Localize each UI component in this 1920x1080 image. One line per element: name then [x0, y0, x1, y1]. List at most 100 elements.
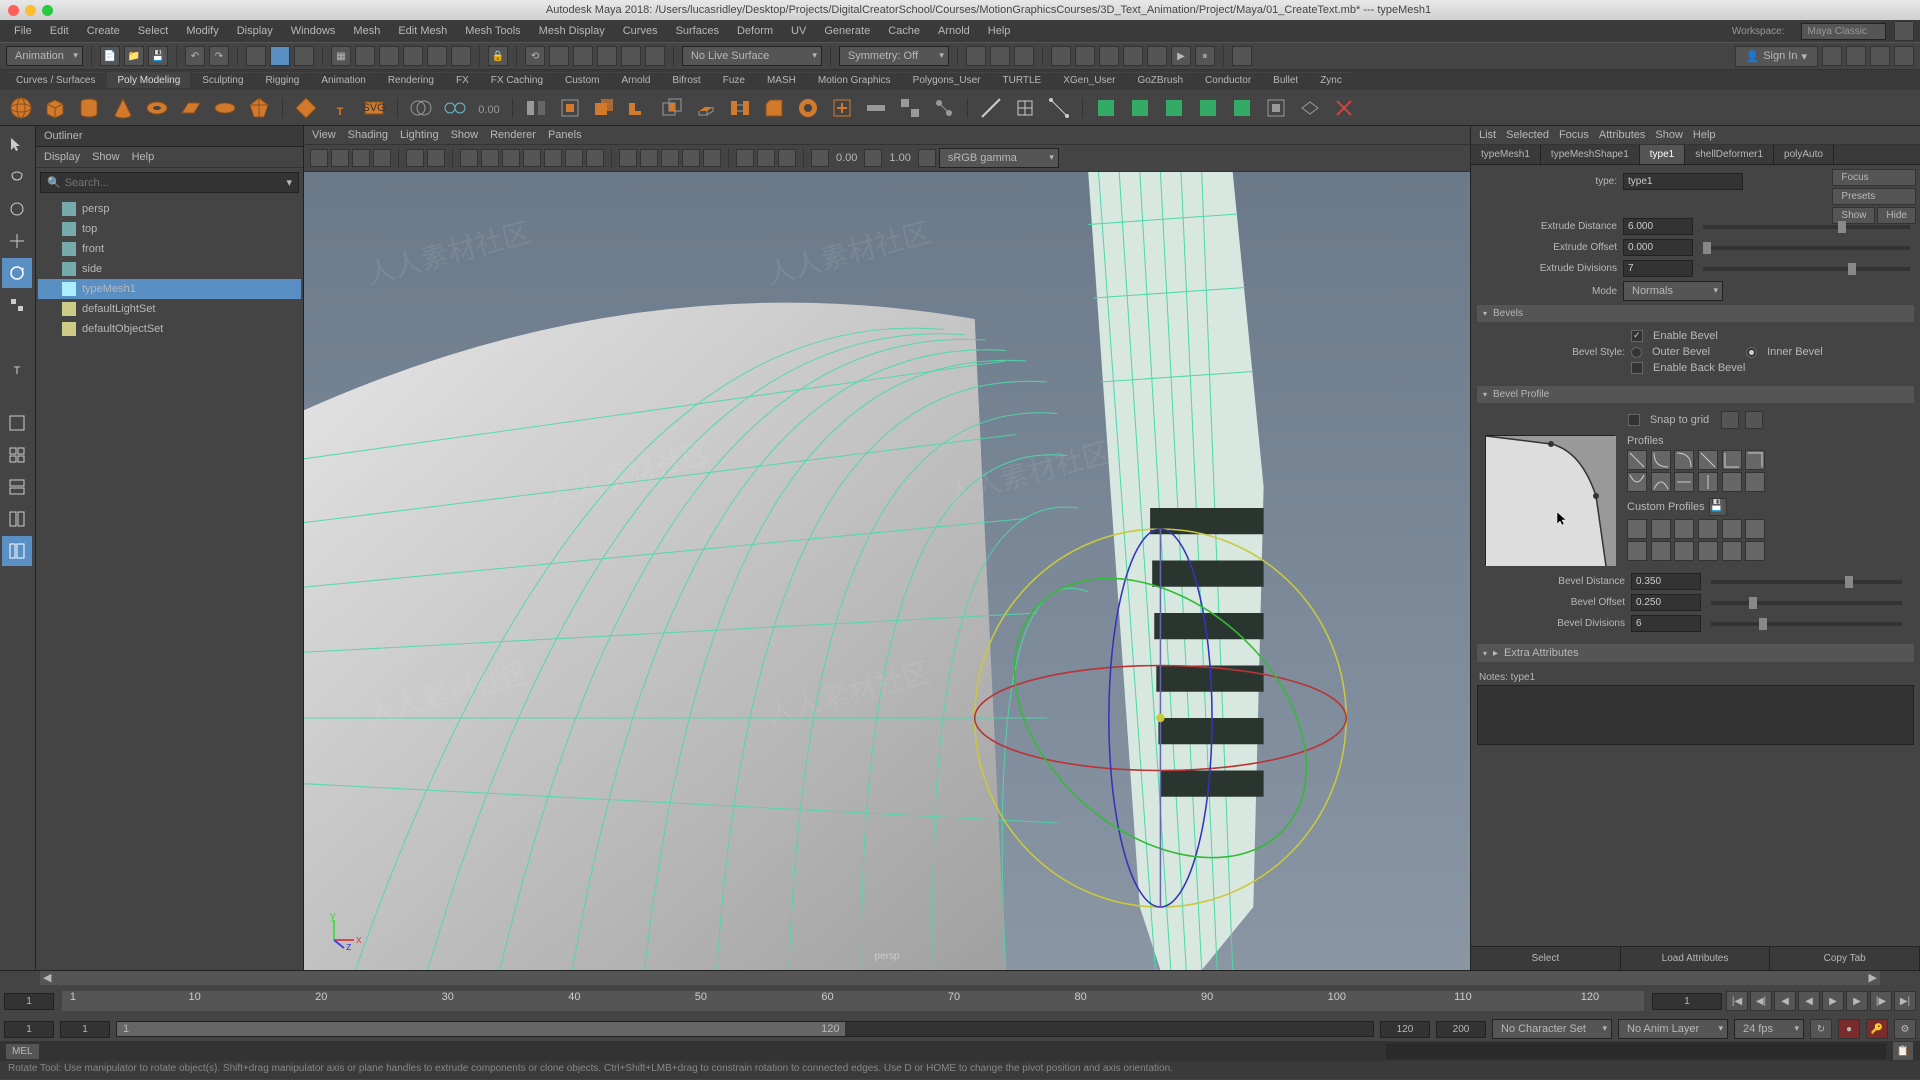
- attr-presets-button[interactable]: Presets: [1832, 188, 1916, 205]
- workspace-dropdown[interactable]: Maya Classic: [1801, 23, 1886, 40]
- poly-platonic-icon[interactable]: [244, 93, 274, 123]
- mirror-icon[interactable]: [521, 93, 551, 123]
- snap-plane-icon[interactable]: [403, 46, 423, 66]
- extrude-offset-slider[interactable]: [1703, 246, 1910, 250]
- redo-icon[interactable]: ↷: [209, 46, 229, 66]
- workspace-config-icon[interactable]: [1894, 21, 1914, 41]
- shelf-tab-sculpting[interactable]: Sculpting: [192, 72, 253, 88]
- script-lang-button[interactable]: MEL: [6, 1044, 39, 1059]
- vp-xray-joints-icon[interactable]: [778, 149, 796, 167]
- poly-superellipse-icon[interactable]: [291, 93, 321, 123]
- shelf-tab-rendering[interactable]: Rendering: [378, 72, 444, 88]
- menu-modify[interactable]: Modify: [178, 22, 226, 40]
- poly-torus-icon[interactable]: [142, 93, 172, 123]
- custom-profile-12[interactable]: [1745, 541, 1765, 561]
- command-input[interactable]: [45, 1045, 1380, 1057]
- step-forward-key-button[interactable]: |▶: [1870, 991, 1892, 1011]
- vp-grid-icon[interactable]: [460, 149, 478, 167]
- toggle5-icon[interactable]: [1232, 46, 1252, 66]
- profile-preset-4[interactable]: [1698, 450, 1718, 470]
- two-pane-h-icon[interactable]: [2, 472, 32, 502]
- prefs-button[interactable]: ⚙: [1894, 1019, 1916, 1039]
- profile-preset-6[interactable]: [1745, 450, 1765, 470]
- vp-menu-view[interactable]: View: [312, 129, 336, 141]
- extract-icon[interactable]: [555, 93, 585, 123]
- character-set-dropdown[interactable]: No Character Set: [1492, 1019, 1612, 1039]
- shelf-tab-arnold[interactable]: Arnold: [611, 72, 660, 88]
- menu-mesh-tools[interactable]: Mesh Tools: [457, 22, 528, 40]
- tree-item-top[interactable]: top: [38, 219, 301, 239]
- playback-end-field[interactable]: 120: [1380, 1021, 1430, 1038]
- menu-surfaces[interactable]: Surfaces: [668, 22, 727, 40]
- custom-profile-5[interactable]: [1722, 519, 1742, 539]
- menu-mesh-display[interactable]: Mesh Display: [531, 22, 613, 40]
- poly-cube-icon[interactable]: [40, 93, 70, 123]
- menu-uv[interactable]: UV: [783, 22, 814, 40]
- vp-image-plane-icon[interactable]: [373, 149, 391, 167]
- profile-preset-7[interactable]: [1627, 472, 1647, 492]
- sculpt5-icon[interactable]: [1227, 93, 1257, 123]
- combine-icon[interactable]: [406, 93, 436, 123]
- shelf-tab-fxcaching[interactable]: FX Caching: [481, 72, 553, 88]
- profile-preset-10[interactable]: [1698, 472, 1718, 492]
- save-custom-profile-icon[interactable]: 💾: [1709, 498, 1727, 516]
- live-surface-dropdown[interactable]: No Live Surface: [682, 46, 822, 66]
- minimize-icon[interactable]: [25, 5, 36, 16]
- inner-bevel-radio[interactable]: [1746, 347, 1757, 358]
- custom-profile-4[interactable]: [1698, 519, 1718, 539]
- vp-resolution-gate-icon[interactable]: [502, 149, 520, 167]
- detach-icon[interactable]: [895, 93, 925, 123]
- mode-dropdown[interactable]: Normals: [1623, 281, 1723, 301]
- loop-button[interactable]: ↻: [1810, 1019, 1832, 1039]
- attr-tab-typemesh1[interactable]: typeMesh1: [1471, 145, 1541, 164]
- select-button[interactable]: Select: [1471, 947, 1621, 970]
- vp-safe-title-icon[interactable]: [586, 149, 604, 167]
- vp-gamma-icon[interactable]: [864, 149, 882, 167]
- connect-icon[interactable]: [1044, 93, 1074, 123]
- tree-item-defaultlightset[interactable]: defaultLightSet: [38, 299, 301, 319]
- save-scene-icon[interactable]: 💾: [148, 46, 168, 66]
- play-back-button[interactable]: ◀: [1798, 991, 1820, 1011]
- viewport-canvas[interactable]: persp xyz 人人素材社区 人人素材社区 人人素材社区 人人素材社区 人人…: [304, 172, 1470, 970]
- outer-bevel-radio[interactable]: [1631, 347, 1642, 358]
- step-forward-button[interactable]: ▶: [1846, 991, 1868, 1011]
- vp-lights-icon[interactable]: [682, 149, 700, 167]
- tree-item-typemesh1[interactable]: typeMesh1: [38, 279, 301, 299]
- snap-curve-icon[interactable]: [355, 46, 375, 66]
- enable-back-bevel-checkbox[interactable]: [1631, 362, 1643, 374]
- attr-menu-attributes[interactable]: Attributes: [1599, 129, 1645, 141]
- script-editor-button[interactable]: 📋: [1892, 1041, 1914, 1061]
- shelf-tab-curves[interactable]: Curves / Surfaces: [6, 72, 105, 88]
- render-settings-icon[interactable]: [597, 46, 617, 66]
- extrude-offset-field[interactable]: [1623, 239, 1693, 256]
- profile-preset-9[interactable]: [1674, 472, 1694, 492]
- attr-menu-selected[interactable]: Selected: [1506, 129, 1549, 141]
- menu-arnold[interactable]: Arnold: [930, 22, 978, 40]
- vp-isolate-icon[interactable]: [736, 149, 754, 167]
- menu-curves[interactable]: Curves: [615, 22, 666, 40]
- type-name-field[interactable]: [1623, 173, 1743, 190]
- paint-select-icon[interactable]: [2, 194, 32, 224]
- notes-textarea[interactable]: [1477, 685, 1914, 745]
- multicut-icon[interactable]: [976, 93, 1006, 123]
- bevel-offset-field[interactable]: [1631, 594, 1701, 611]
- vp-gate-mask-icon[interactable]: [523, 149, 541, 167]
- layout-icon2[interactable]: [1846, 46, 1866, 66]
- step-back-key-button[interactable]: ◀|: [1750, 991, 1772, 1011]
- panel-layout3-icon[interactable]: [1014, 46, 1034, 66]
- playblast-icon[interactable]: ▶: [1171, 46, 1191, 66]
- profile-tool1-icon[interactable]: [1721, 411, 1739, 429]
- sculpt4-icon[interactable]: [1193, 93, 1223, 123]
- step-back-button[interactable]: ◀: [1774, 991, 1796, 1011]
- undo-icon[interactable]: ↶: [185, 46, 205, 66]
- bevel-divisions-slider[interactable]: [1711, 622, 1902, 626]
- anim-start-field[interactable]: 1: [4, 1021, 54, 1038]
- scale-tool-icon[interactable]: [2, 290, 32, 320]
- custom-profile-8[interactable]: [1651, 541, 1671, 561]
- fps-dropdown[interactable]: 24 fps: [1734, 1019, 1804, 1039]
- vp-colorspace-icon[interactable]: [918, 149, 936, 167]
- bridge-icon[interactable]: [725, 93, 755, 123]
- shelf-tab-xgen-user[interactable]: XGen_User: [1053, 72, 1125, 88]
- attr-tab-shelldeformer1[interactable]: shellDeformer1: [1685, 145, 1774, 164]
- outliner-menu-help[interactable]: Help: [132, 151, 155, 163]
